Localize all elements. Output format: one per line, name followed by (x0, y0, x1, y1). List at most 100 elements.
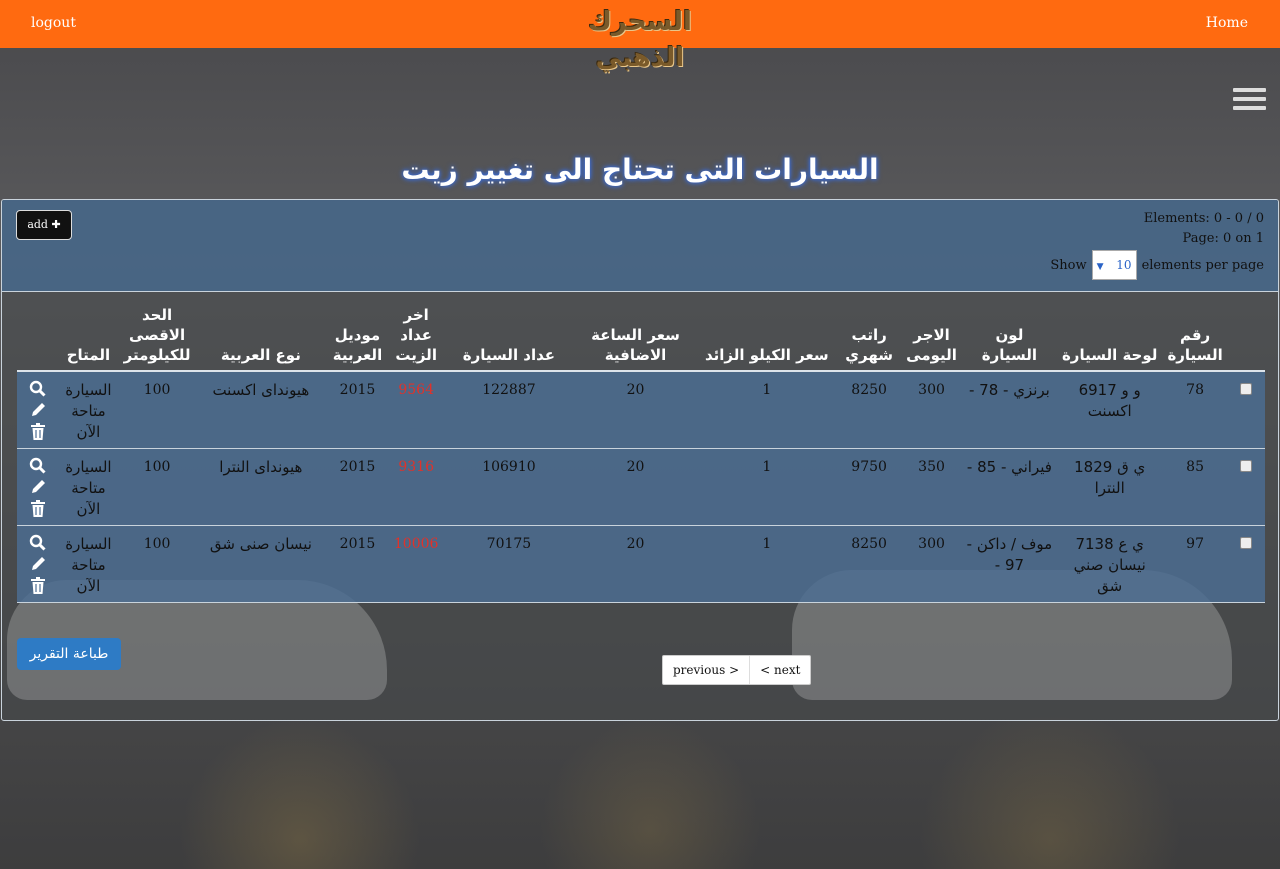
pencil-icon[interactable] (29, 555, 47, 573)
row-actions (17, 525, 59, 603)
per-page-select[interactable]: ▼ 10 (1091, 250, 1137, 280)
table-row: 85 ي ق 1829 النترا فيراني - 85 - 350 975… (17, 448, 1265, 526)
column-header[interactable]: رقم السيارة (1162, 305, 1228, 372)
column-header[interactable]: الحد الاقصى للكيلومتر (118, 305, 196, 372)
page-title: السيارات التى تحتاج الى تغيير زيت (401, 153, 879, 186)
page-info: Page: 0 on 1 (1182, 231, 1264, 246)
column-header[interactable]: سعر الكيلو الزائد (696, 305, 838, 372)
daily-rate: 300 (901, 525, 962, 603)
odometer: 122887 (443, 371, 575, 449)
pagination: previous > < next (662, 655, 812, 685)
show-label: Show (1050, 257, 1087, 273)
search-icon[interactable] (29, 457, 46, 474)
add-button[interactable]: add ✚ (16, 210, 72, 240)
elements-count: Elements: 0 - 0 / 0 (1143, 211, 1264, 226)
car-model: 2015 (325, 525, 390, 603)
availability-status: السيارة متاحة الآن (58, 525, 119, 603)
monthly-salary: 9750 (837, 448, 902, 526)
row-checkbox-cell (1227, 448, 1265, 526)
car-number: 78 (1162, 371, 1228, 449)
last-oil-reading: 9316 (389, 448, 444, 526)
row-actions (17, 448, 59, 526)
trash-icon[interactable] (30, 423, 46, 441)
car-type: نيسان صنى شق (195, 525, 326, 603)
daily-rate: 350 (901, 448, 962, 526)
extra-hour-price: 20 (574, 525, 697, 603)
availability-status: السيارة متاحة الآن (58, 448, 119, 526)
table-header-row: رقم السيارة لوحة السيارة لون السيارة الا… (17, 305, 1265, 372)
extra-hour-price: 20 (574, 448, 697, 526)
row-actions (17, 371, 59, 449)
column-header[interactable]: لون السيارة (961, 305, 1057, 372)
car-plate: ي ع 7138 نيسان صني شق (1056, 525, 1163, 603)
hamburger-menu-icon[interactable] (1233, 88, 1266, 114)
print-report-button[interactable]: طباعة التقرير (17, 638, 121, 670)
car-model: 2015 (325, 448, 390, 526)
column-header[interactable]: اخر عداد الزيت (389, 305, 444, 372)
top-navbar: logout السحرك الذهبي Home (0, 0, 1280, 73)
actions-column-header (17, 305, 59, 372)
car-color: موف / داكن - 97 - (961, 525, 1057, 603)
car-plate: ي ق 1829 النترا (1056, 448, 1163, 526)
previous-page-button[interactable]: previous > (663, 656, 751, 684)
extra-km-price: 1 (696, 448, 838, 526)
trash-icon[interactable] (30, 499, 46, 518)
search-icon[interactable] (29, 380, 46, 397)
car-plate: و و 6917 اكسنت (1056, 371, 1163, 449)
extra-km-price: 1 (696, 525, 838, 603)
column-header[interactable]: نوع العربية (195, 305, 326, 372)
site-logo[interactable]: السحرك الذهبي (549, 4, 731, 73)
trash-icon[interactable] (30, 576, 46, 595)
add-button-label: add (27, 218, 48, 231)
max-km: 100 (118, 525, 196, 603)
row-checkbox[interactable] (1240, 383, 1253, 395)
table-toolbar: add ✚ Elements: 0 - 0 / 0 Page: 0 on 1 S… (2, 200, 1278, 292)
car-type: هيونداى اكسنت (195, 371, 326, 449)
column-header[interactable]: المتاح (58, 305, 119, 372)
main-panel: add ✚ Elements: 0 - 0 / 0 Page: 0 on 1 S… (1, 199, 1279, 721)
per-page-control: Show ▼ 10 elements per page (1050, 250, 1264, 280)
max-km: 100 (118, 371, 196, 449)
select-column-header (1227, 305, 1265, 372)
car-type: هيونداى النترا (195, 448, 326, 526)
odometer: 106910 (443, 448, 575, 526)
plus-icon: ✚ (51, 218, 61, 231)
table-row: 97 ي ع 7138 نيسان صني شق موف / داكن - 97… (17, 525, 1265, 603)
row-checkbox[interactable] (1240, 459, 1253, 472)
car-model: 2015 (325, 371, 390, 449)
chevron-down-icon: ▼ (1096, 262, 1104, 272)
logout-link[interactable]: logout (31, 15, 76, 31)
column-header[interactable]: عداد السيارة (443, 305, 575, 372)
monthly-salary: 8250 (837, 371, 902, 449)
last-oil-reading: 10006 (389, 525, 444, 603)
last-oil-reading: 9564 (389, 371, 444, 449)
next-page-button[interactable]: < next (750, 656, 810, 684)
per-page-suffix: elements per page (1141, 257, 1264, 273)
column-header[interactable]: لوحة السيارة (1056, 305, 1163, 372)
extra-km-price: 1 (696, 371, 838, 449)
extra-hour-price: 20 (574, 371, 697, 449)
max-km: 100 (118, 448, 196, 526)
car-number: 85 (1162, 448, 1228, 526)
row-checkbox-cell (1227, 525, 1265, 603)
car-number: 97 (1162, 525, 1228, 603)
car-color: فيراني - 85 - (961, 448, 1057, 526)
column-header[interactable]: موديل العربية (325, 305, 390, 372)
availability-status: السيارة متاحة الآن (58, 371, 119, 449)
daily-rate: 300 (901, 371, 962, 449)
pencil-icon[interactable] (29, 478, 47, 496)
home-link[interactable]: Home (1206, 15, 1248, 31)
cars-table: رقم السيارة لوحة السيارة لون السيارة الا… (17, 305, 1265, 603)
per-page-value: 10 (1116, 258, 1132, 272)
column-header[interactable]: سعر الساعة الاضافية (574, 305, 697, 372)
odometer: 70175 (443, 525, 575, 603)
table-row: 78 و و 6917 اكسنت برنزي - 78 - 300 8250 … (17, 371, 1265, 449)
column-header[interactable]: راتب شهري (837, 305, 902, 372)
monthly-salary: 8250 (837, 525, 902, 603)
row-checkbox[interactable] (1240, 536, 1253, 549)
column-header[interactable]: الاجر اليومى (901, 305, 962, 372)
search-icon[interactable] (29, 534, 46, 551)
row-checkbox-cell (1227, 371, 1265, 449)
car-color: برنزي - 78 - (961, 371, 1057, 449)
pencil-icon[interactable] (29, 401, 47, 419)
